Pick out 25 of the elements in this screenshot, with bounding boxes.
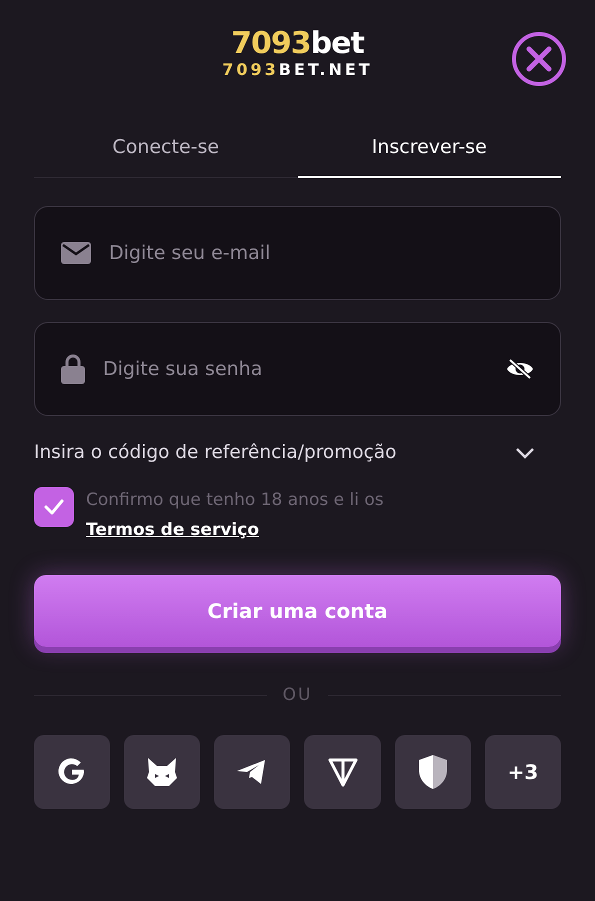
check-icon — [44, 499, 64, 515]
tab[interactable]: Conecte-se — [34, 136, 298, 178]
ton-icon — [326, 756, 359, 788]
consent-text: Confirmo que tenho 18 anos e li os Termos de serviço — [86, 489, 385, 542]
paper-plane-icon — [237, 759, 268, 785]
tab[interactable]: Inscrever-se — [298, 136, 561, 178]
password-field[interactable]: Digite sua senha — [101, 357, 490, 381]
social-login-button[interactable] — [304, 735, 381, 809]
social-login-button[interactable] — [214, 735, 290, 809]
shield-icon — [416, 754, 449, 790]
social-login-button[interactable]: +3 — [484, 735, 561, 809]
close-button[interactable] — [511, 31, 567, 87]
logo: 7093bet 7093 BET.NET — [222, 28, 373, 81]
divider-text: OU — [282, 685, 312, 705]
email-field[interactable]: Digite seu e-mail — [107, 241, 534, 265]
fox-icon — [145, 756, 180, 788]
social-login-button[interactable] — [394, 735, 471, 809]
social-login-button[interactable] — [124, 735, 200, 809]
terms-link[interactable]: Termos de serviço — [86, 520, 259, 540]
lock-icon — [61, 354, 85, 384]
eye-off-icon[interactable] — [506, 358, 534, 380]
envelope-icon — [61, 242, 91, 264]
referral-code-toggle[interactable]: Insira o código de referência/promoção — [34, 442, 561, 463]
social-login-button[interactable] — [34, 735, 110, 809]
checkbox[interactable] — [34, 487, 74, 527]
